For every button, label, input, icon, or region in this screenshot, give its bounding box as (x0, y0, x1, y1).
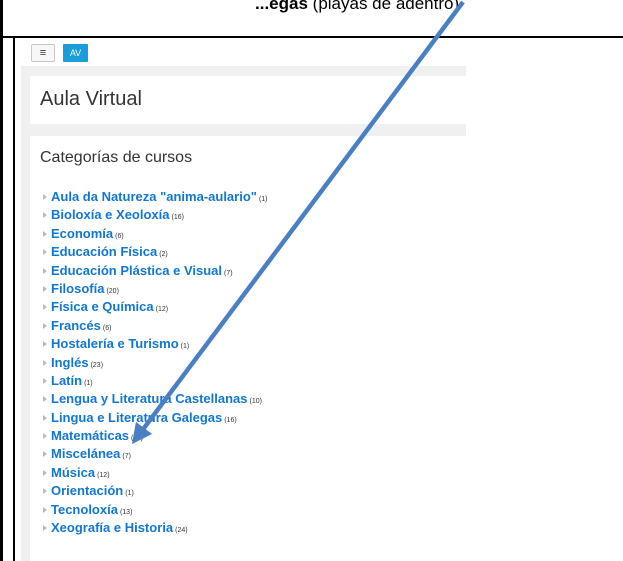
course-count: (11) (131, 435, 143, 443)
course-count: (6) (102, 324, 112, 332)
caret-right-icon[interactable] (43, 433, 47, 440)
course-categories-panel: Categorías de cursos Aula da Natureza "a… (30, 136, 466, 561)
category-item: Educación Plástica e Visual (7) (43, 262, 268, 280)
category-item: Tecnoloxía (13) (43, 501, 268, 519)
category-link[interactable]: Matemáticas (51, 428, 129, 443)
caret-right-icon[interactable] (43, 525, 47, 532)
av-home-button[interactable]: AV (63, 44, 88, 62)
category-item: Francés (6) (43, 317, 268, 335)
category-link[interactable]: Educación Física (51, 244, 157, 259)
category-link[interactable]: Economía (51, 226, 113, 241)
category-item: Miscelánea (7) (43, 445, 268, 463)
caret-right-icon[interactable] (43, 194, 47, 200)
course-count: (1) (125, 490, 134, 498)
caret-right-icon[interactable] (43, 396, 47, 403)
course-count: (12) (155, 306, 169, 314)
course-count: (12) (97, 471, 110, 479)
category-link[interactable]: Xeografía e Historia (51, 520, 173, 535)
caret-right-icon[interactable] (43, 469, 47, 476)
caret-right-icon[interactable] (43, 488, 47, 495)
caret-right-icon[interactable] (43, 451, 47, 458)
category-link[interactable]: Lingua e Literatura Galegas (51, 410, 222, 425)
category-link[interactable]: Aula da Natureza "anima-aulario" (51, 189, 257, 204)
caret-right-icon[interactable] (43, 249, 47, 256)
caret-right-icon[interactable] (43, 267, 47, 274)
caret-right-icon[interactable] (43, 359, 47, 366)
category-item: Lengua y Literatura Castellanas (10) (43, 390, 268, 408)
caret-right-icon[interactable] (43, 341, 47, 348)
category-link[interactable]: Filosofía (51, 281, 104, 296)
course-count: (16) (171, 214, 184, 222)
course-count: (7) (224, 269, 233, 277)
categories-heading: Categorías de cursos (40, 149, 193, 166)
caret-right-icon[interactable] (43, 377, 47, 384)
category-item: Filosofía (20) (43, 280, 268, 298)
category-item: Matemáticas (11) (43, 427, 268, 445)
caret-right-icon[interactable] (43, 304, 47, 311)
course-count: (24) (175, 527, 188, 535)
document-header: ...egas (playas de adentro) (255, 0, 459, 14)
category-link[interactable]: Orientación (51, 483, 123, 498)
page-title: Aula Virtual (40, 88, 142, 110)
course-count: (1) (258, 196, 268, 203)
course-count: (6) (115, 232, 124, 240)
category-item: Educación Física (2) (43, 243, 268, 261)
category-list: Aula da Natureza "anima-aulario" (1) Biolo… (43, 188, 268, 537)
category-link[interactable]: Hostalería e Turismo (51, 336, 179, 351)
caret-right-icon[interactable] (43, 230, 47, 237)
category-link[interactable]: Latín (51, 373, 82, 388)
category-item: Lingua e Literatura Galegas (16) (43, 409, 268, 427)
category-link[interactable]: Tecnoloxía (51, 502, 118, 517)
category-item: Orientación (1) (43, 482, 268, 500)
title-panel: Aula Virtual (30, 76, 466, 124)
course-count: (7) (122, 453, 131, 461)
category-item: Bioloxía e Xeoloxía (16) (43, 206, 268, 224)
frame-border-left (0, 0, 3, 561)
header-bold-text: ...egas (255, 0, 308, 13)
category-item: Aula da Natureza "anima-aulario" (1) (43, 188, 268, 206)
category-item: Inglés (23) (43, 354, 268, 372)
course-count: (16) (224, 416, 237, 424)
category-item: Física e Química (12) (43, 298, 268, 316)
category-link[interactable]: Francés (51, 318, 101, 333)
category-item: Hostalería e Turismo (1) (43, 335, 268, 353)
caret-right-icon[interactable] (43, 285, 47, 292)
embedded-screenshot: ≡ AV Aula Virtual Categorías de cursos A… (21, 40, 466, 561)
category-link[interactable]: Miscelánea (51, 446, 120, 461)
caret-right-icon[interactable] (43, 322, 47, 329)
document-page: ...egas (playas de adentro) ≡ AV Aula Vi… (0, 0, 623, 561)
menu-toggle-button[interactable]: ≡ (31, 44, 55, 62)
category-link[interactable]: Física e Química (51, 299, 154, 314)
category-link[interactable]: Bioloxía e Xeoloxía (51, 207, 170, 222)
frame-border-inner (13, 38, 15, 561)
caret-right-icon[interactable] (43, 212, 47, 219)
frame-border-top (0, 36, 623, 38)
course-count: (1) (180, 343, 190, 351)
course-count: (13) (119, 508, 133, 516)
caret-right-icon[interactable] (43, 506, 47, 513)
category-item: Latín (1) (43, 372, 268, 390)
hamburger-icon: ≡ (39, 47, 47, 59)
category-link[interactable]: Música (51, 465, 95, 480)
category-item: Xeografía e Historia (24) (43, 519, 268, 537)
top-navbar: ≡ AV (21, 40, 466, 66)
category-link[interactable]: Inglés (51, 355, 89, 370)
category-item: Música (12) (43, 464, 268, 482)
category-link[interactable]: Lengua y Literatura Castellanas (51, 391, 248, 406)
category-link[interactable]: Educación Plástica e Visual (51, 263, 222, 278)
course-count: (20) (106, 287, 119, 295)
category-item: Economía (6) (43, 225, 268, 243)
caret-right-icon[interactable] (43, 414, 47, 421)
course-count: (10) (249, 398, 262, 406)
course-count: (23) (90, 361, 104, 369)
course-count: (1) (84, 379, 93, 387)
course-count: (2) (159, 251, 168, 259)
header-rest-text: (playas de adentro) (312, 0, 460, 13)
